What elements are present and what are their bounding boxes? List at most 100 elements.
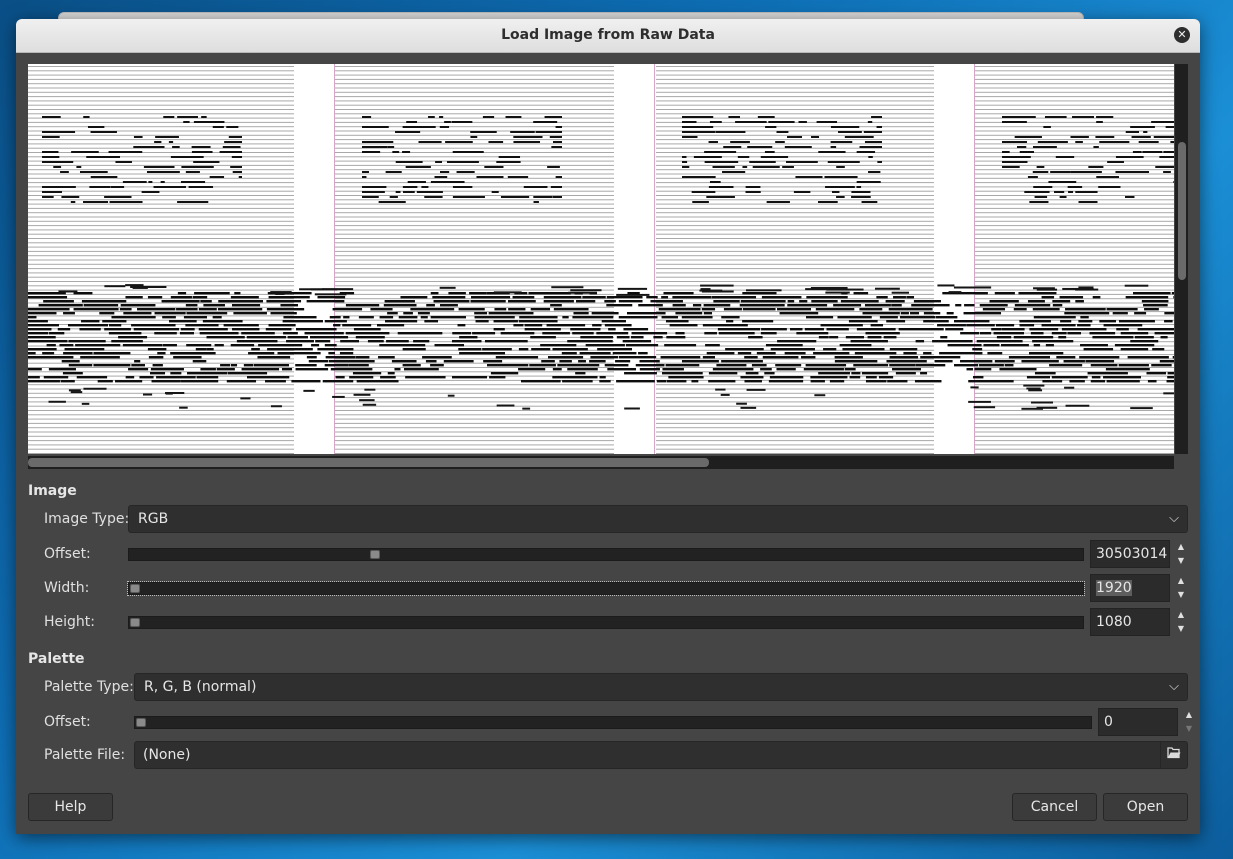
height-input[interactable]: 1080: [1090, 608, 1170, 636]
noise-band: [324, 344, 337, 347]
offset-spinbutton[interactable]: 30503014 ▲ ▼: [1090, 540, 1188, 568]
flag-stroke: [682, 176, 716, 178]
noise-band: [1001, 344, 1029, 347]
scanline: [28, 207, 1174, 209]
width-input[interactable]: 1920: [1090, 574, 1170, 602]
decrement-arrow-icon[interactable]: ▼: [1174, 554, 1188, 567]
noise-band: [405, 376, 446, 379]
flag-stroke: [434, 176, 448, 178]
scanline: [28, 238, 1174, 239]
noise-band: [591, 312, 619, 315]
palette-offset-spinbutton[interactable]: 0 ▲ ▼: [1098, 708, 1196, 736]
noise-band: [154, 312, 186, 315]
preview-horizontal-scrollbar[interactable]: [28, 456, 1174, 469]
noise-stroke: [48, 400, 66, 403]
noise-band: [999, 368, 1037, 371]
palette-offset-slider[interactable]: [134, 716, 1092, 729]
palette-type-value: R, G, B (normal): [144, 679, 257, 695]
noise-band: [1105, 368, 1150, 371]
noise-band: [458, 348, 482, 351]
noise-band: [1060, 320, 1072, 323]
noise-band: [349, 376, 374, 379]
preview-vertical-scrollbar[interactable]: [1175, 64, 1188, 454]
noise-band: [963, 312, 1002, 315]
scanline: [28, 70, 1174, 72]
flag-stroke: [1099, 141, 1130, 143]
noise-band: [400, 296, 428, 299]
flag-stroke: [704, 161, 739, 163]
noise-band: [1116, 328, 1129, 331]
palette-offset-input[interactable]: 0: [1098, 708, 1178, 736]
noise-band: [661, 296, 669, 299]
noise-stroke: [953, 286, 992, 289]
horizontal-scroll-thumb[interactable]: [28, 458, 709, 467]
width-slider[interactable]: [127, 581, 1085, 596]
height-slider-handle[interactable]: [130, 618, 140, 627]
noise-band: [1092, 336, 1134, 339]
flag-stroke: [1131, 136, 1151, 138]
noise-band: [1167, 376, 1174, 379]
noise-band: [826, 328, 849, 331]
folder-open-icon-glyph: [1167, 747, 1181, 759]
noise-band: [664, 344, 697, 347]
noise-band: [1125, 296, 1169, 299]
palette-offset-slider-handle[interactable]: [136, 718, 146, 727]
noise-band: [226, 380, 257, 383]
width-slider-handle[interactable]: [130, 584, 140, 593]
noise-band: [398, 316, 418, 319]
scanline: [28, 444, 1174, 446]
folder-open-icon[interactable]: [1160, 742, 1187, 768]
flag-stroke: [1055, 156, 1075, 158]
palette-section-title: Palette: [28, 651, 85, 667]
flag-stroke: [547, 166, 560, 168]
noise-band: [115, 380, 143, 383]
noise-band: [561, 352, 577, 355]
open-button[interactable]: Open: [1103, 793, 1188, 821]
offset-input[interactable]: 30503014: [1090, 540, 1170, 568]
noise-band: [61, 360, 80, 363]
image-type-combo[interactable]: RGB ⌵: [128, 505, 1188, 533]
noise-band: [247, 376, 290, 379]
noise-band: [448, 292, 466, 295]
noise-band: [120, 304, 156, 307]
flag-stroke: [712, 166, 735, 168]
increment-arrow-icon[interactable]: ▲: [1174, 574, 1188, 587]
flag-stroke: [188, 186, 214, 188]
width-spinbutton[interactable]: 1920 ▲ ▼: [1090, 574, 1188, 602]
scanline: [28, 109, 1174, 110]
palette-file-chooser[interactable]: (None): [134, 741, 1188, 769]
noise-band: [1014, 304, 1051, 307]
flag-stroke: [389, 196, 398, 198]
palette-type-combo[interactable]: R, G, B (normal) ⌵: [134, 673, 1188, 701]
height-spinbutton[interactable]: 1080 ▲ ▼: [1090, 608, 1188, 636]
seam-line: [334, 64, 335, 454]
noise-band: [885, 300, 905, 303]
help-button[interactable]: Help: [28, 793, 113, 821]
increment-arrow-icon[interactable]: ▲: [1174, 540, 1188, 553]
offset-slider-handle[interactable]: [370, 550, 380, 559]
height-slider[interactable]: [128, 616, 1084, 629]
flag-stroke: [219, 151, 242, 153]
noise-band: [723, 308, 742, 311]
offset-slider[interactable]: [128, 548, 1084, 561]
cancel-button[interactable]: Cancel: [1012, 793, 1097, 821]
flag-stroke: [863, 131, 882, 133]
noise-band: [1001, 328, 1025, 331]
noise-band: [553, 308, 589, 311]
vertical-scroll-thumb[interactable]: [1178, 142, 1186, 280]
increment-arrow-icon[interactable]: ▲: [1182, 708, 1196, 721]
increment-arrow-icon[interactable]: ▲: [1174, 608, 1188, 621]
noise-band: [893, 296, 906, 299]
noise-band: [512, 296, 535, 299]
close-icon[interactable]: ✕: [1174, 27, 1190, 43]
noise-band: [865, 332, 900, 335]
flag-stroke: [42, 136, 60, 138]
noise-band: [1118, 320, 1155, 323]
noise-band: [762, 356, 799, 359]
noise-band: [176, 308, 198, 311]
decrement-arrow-icon[interactable]: ▼: [1174, 622, 1188, 635]
noise-band: [451, 340, 482, 343]
noise-band: [804, 328, 824, 331]
decrement-arrow-icon[interactable]: ▼: [1174, 588, 1188, 601]
noise-stroke: [1130, 407, 1153, 410]
